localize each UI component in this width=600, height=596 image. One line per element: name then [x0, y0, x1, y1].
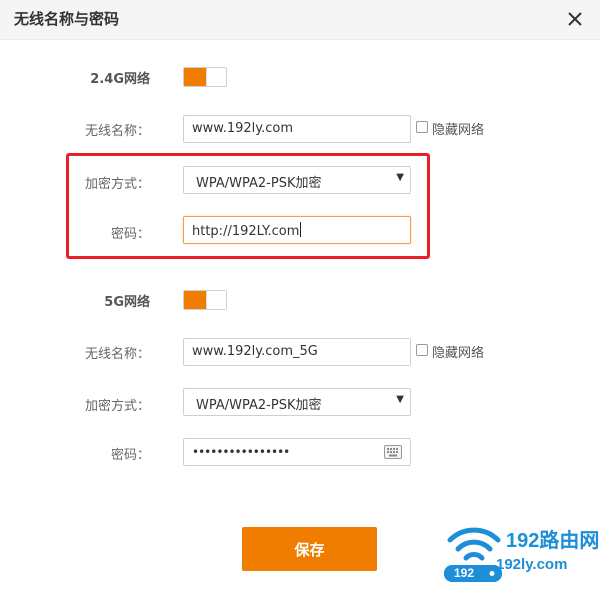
- band-5-password-input[interactable]: ••••••••••••••••: [183, 438, 411, 466]
- band-5-security-label: 加密方式：: [84, 399, 150, 414]
- band-5-ssid-input[interactable]: www.192ly.com_5G: [183, 338, 411, 366]
- watermark-url: 192ly.com: [496, 556, 568, 573]
- dropdown-arrow-icon: ▼: [396, 394, 404, 405]
- toggle-on-indicator: [184, 291, 206, 309]
- toggle-off-indicator: [206, 291, 226, 309]
- toggle-off-indicator: [206, 68, 226, 86]
- watermark-icon-text: 192: [454, 566, 475, 580]
- band-24-hide-label: 隐藏网络: [432, 123, 485, 138]
- dialog-header: 无线名称与密码: [0, 0, 600, 40]
- band-5-security-value: WPA/WPA2-PSK加密: [196, 398, 322, 413]
- band-5-hide-label: 隐藏网络: [432, 346, 485, 361]
- band-5-security-select[interactable]: WPA/WPA2-PSK加密 ▼: [183, 388, 411, 416]
- band-5-hide-checkbox[interactable]: [416, 344, 428, 356]
- band-5-label: 5G网络: [104, 295, 150, 310]
- dialog-title: 无线名称与密码: [14, 10, 120, 28]
- save-button[interactable]: 保存: [242, 527, 377, 571]
- keyboard-icon[interactable]: [384, 445, 402, 459]
- watermark-brand: 192路由网: [506, 530, 600, 552]
- band-24-hide-checkbox[interactable]: [416, 121, 428, 133]
- band-24-toggle[interactable]: [183, 67, 227, 87]
- band-5-ssid-label: 无线名称：: [84, 347, 150, 362]
- band-24-ssid-input[interactable]: www.192ly.com: [183, 115, 411, 143]
- watermark-logo: 192 192路由网 192ly.com: [442, 514, 600, 596]
- toggle-on-indicator: [184, 68, 206, 86]
- highlight-annotation-box: [66, 153, 430, 259]
- band-24-label: 2.4G网络: [90, 72, 150, 87]
- close-icon[interactable]: [564, 8, 586, 30]
- band-5-password-masked: ••••••••••••••••: [192, 445, 290, 459]
- band-5-toggle[interactable]: [183, 290, 227, 310]
- band-24-ssid-label: 无线名称：: [84, 124, 150, 139]
- band-5-password-label: 密码：: [110, 448, 150, 463]
